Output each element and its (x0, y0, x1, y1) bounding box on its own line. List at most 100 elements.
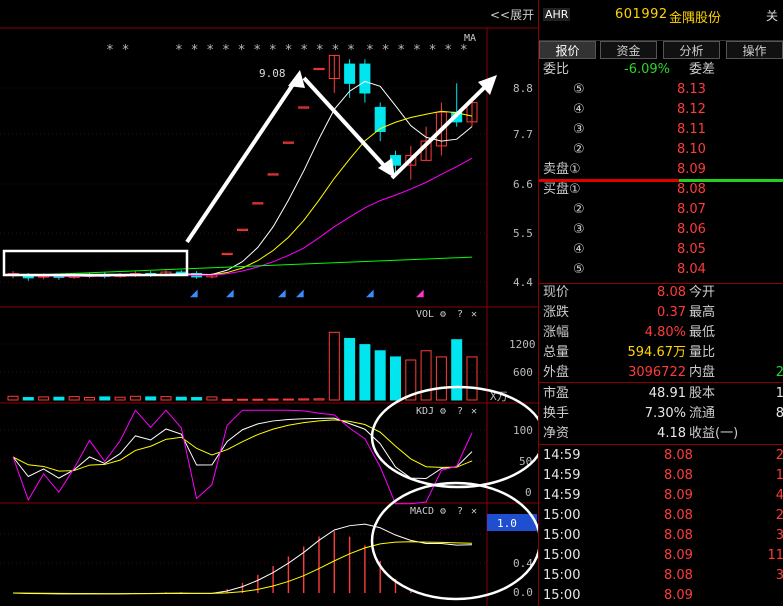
quote-value: 3096722 (628, 365, 686, 380)
help-icon: ? (457, 506, 463, 517)
buy-order-row: ③ 8.06 (539, 220, 783, 240)
quote-label-2: 最低 (689, 325, 716, 340)
order-level: ⑤ (573, 262, 585, 277)
quote-row: 外盘 3096722 内盘 2 (539, 363, 783, 383)
quote-row: 涨跌 0.37 最高 (539, 303, 783, 323)
high-price-marker: 9.08 (259, 67, 286, 80)
tick-time: 15:00 (543, 568, 581, 583)
fund-value-2: 1 (775, 386, 783, 401)
kdj-label: KDJ (416, 406, 434, 417)
macd-tick: 0.0 (513, 586, 533, 599)
volume-bar (466, 356, 478, 401)
order-price: 8.08 (677, 182, 706, 197)
tick-price: 8.08 (664, 468, 693, 483)
quote-value-2: 2 (775, 365, 783, 380)
sell-order-row: ② 8.10 (539, 140, 783, 160)
macd-axis: 1.0 0.4 0.0 (487, 514, 537, 599)
expand-button[interactable]: <<展开 (490, 6, 534, 23)
kdj-lines (12, 409, 473, 505)
star-group-3: * * * * * * * (366, 43, 468, 58)
close-panel-button[interactable]: 关 (766, 7, 778, 24)
volume-bar (252, 398, 264, 401)
volume-bar (221, 398, 233, 401)
up-arrow-1-head (288, 70, 305, 88)
close-icon[interactable]: ✕ (471, 406, 477, 417)
order-price: 8.09 (677, 162, 706, 177)
macd-header: MACD ⚙ ? ✕ (410, 506, 477, 517)
kdj-j-line (12, 409, 473, 505)
volume-bar (267, 398, 279, 401)
volume-bars (7, 331, 478, 401)
weibi-label: 委比 (543, 62, 570, 77)
buy-order-row: 买盘① 8.08 (539, 180, 783, 200)
volume-bar (313, 398, 325, 401)
tick-volume: 4 (775, 488, 783, 503)
volume-bar (160, 396, 172, 401)
order-price: 8.12 (677, 102, 706, 117)
tick-volume: 1 (775, 468, 783, 483)
macd-bars (12, 523, 473, 595)
signal-arrow-icon: ◢ (190, 288, 198, 299)
signal-arrow-icon: ◢ (416, 288, 424, 299)
help-icon: ? (457, 406, 463, 417)
tick-price: 8.08 (664, 508, 693, 523)
sell-order-row: ③ 8.11 (539, 120, 783, 140)
ma60-line (12, 256, 473, 277)
candle (237, 228, 248, 231)
tab-funds[interactable]: 资金 (600, 41, 657, 59)
fund-label: 换手 (543, 406, 570, 421)
quote-label: 现价 (543, 285, 570, 300)
tab-quote[interactable]: 报价 (539, 41, 596, 59)
fund-row: 净资 4.18 收益(一) (539, 424, 783, 444)
candle (282, 141, 294, 144)
volume-bar (298, 398, 310, 401)
price-tick: 4.4 (513, 276, 533, 289)
panel-tabs: 报价 资金 分析 操作 (539, 40, 783, 59)
volume-bar (451, 339, 463, 401)
quote-label-2: 量比 (689, 345, 716, 360)
tab-analysis[interactable]: 分析 (663, 41, 720, 59)
signal-stars: * * * * * * * * * * * * * * * * * * * * … (106, 43, 468, 58)
volume-bar (38, 396, 50, 401)
quote-label: 外盘 (543, 365, 570, 380)
quote-panel: AHR 601992 金隅股份 关 报价 资金 分析 操作 委比 -6.09% … (538, 0, 783, 606)
candle (374, 106, 386, 132)
fund-row: 市盈 48.91 股本 1 (539, 384, 783, 404)
tick-time: 14:59 (543, 448, 581, 463)
tick-price: 8.09 (664, 548, 693, 563)
order-level: 卖盘① (543, 162, 581, 177)
volume-bar (84, 397, 95, 401)
fund-label: 净资 (543, 426, 570, 441)
tick-time: 14:59 (543, 468, 581, 483)
kdj-k-line (12, 417, 473, 479)
star-group-2: * * * * * * * * * * * * (175, 43, 355, 58)
tab-operate[interactable]: 操作 (726, 41, 783, 59)
price-axis: 8.8 7.7 6.6 5.5 4.4 (513, 82, 533, 289)
candle (359, 63, 371, 94)
order-price: 8.04 (677, 262, 706, 277)
fund-value: 4.18 (657, 426, 686, 441)
tick-row: 15:00 8.08 2 (539, 506, 783, 526)
fund-label: 市盈 (543, 386, 570, 401)
annotations: ◢ ◢ ◢ ◢ ◢ ◢ (2, 70, 546, 601)
candle (344, 63, 356, 84)
order-price: 8.13 (677, 82, 706, 97)
divider (539, 382, 783, 383)
ma-lines (12, 80, 473, 277)
close-icon[interactable]: ✕ (471, 506, 477, 517)
ma20-line (12, 157, 473, 277)
tick-price: 8.08 (664, 528, 693, 543)
candle (298, 106, 310, 109)
tick-volume: 2 (775, 448, 783, 463)
tick-row: 14:59 8.09 4 (539, 486, 783, 506)
weibi-value: -6.09% (624, 62, 670, 77)
quote-label: 涨跌 (543, 305, 570, 320)
vol-label: VOL (416, 309, 434, 320)
volume-bar (435, 356, 447, 401)
ma-label: MA (464, 33, 476, 44)
gear-icon: ⚙ (439, 309, 446, 320)
volume-bar (282, 398, 294, 401)
close-icon[interactable]: ✕ (471, 309, 477, 320)
candle (175, 271, 187, 275)
tick-time: 15:00 (543, 548, 581, 563)
